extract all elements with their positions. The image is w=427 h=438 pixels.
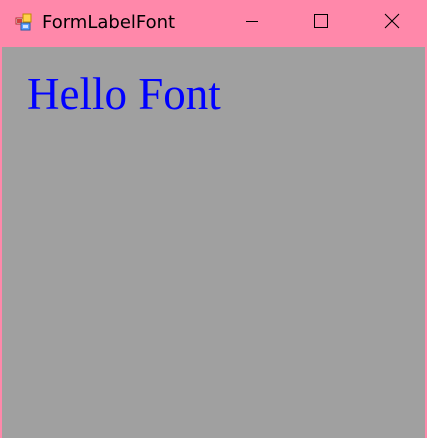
minimize-icon [245, 14, 259, 33]
close-icon [384, 13, 400, 34]
app-window: FormLabelFont Hello Font [0, 0, 427, 438]
window-title: FormLabelFont [42, 12, 176, 33]
minimize-button[interactable] [229, 0, 275, 47]
hello-font-label: Hello Font [27, 69, 221, 119]
close-button[interactable] [369, 0, 415, 47]
app-icon[interactable] [15, 13, 33, 31]
maximize-button[interactable] [298, 0, 344, 47]
title-bar[interactable]: FormLabelFont [0, 0, 427, 47]
maximize-icon [314, 14, 328, 33]
form-client-area: Hello Font [2, 47, 425, 438]
